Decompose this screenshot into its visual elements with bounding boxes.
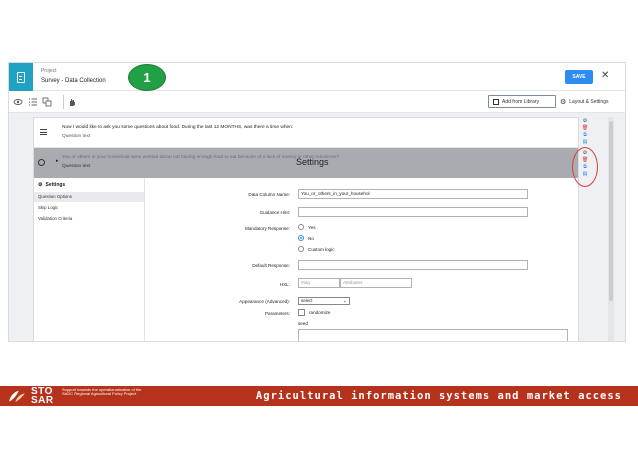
appearance-label: Appearance (Advanced): <box>239 299 290 304</box>
close-icon[interactable]: ✕ <box>601 70 609 82</box>
mandatory-yes-radio[interactable]: Yes <box>298 224 316 230</box>
gear-icon: ⚙ <box>560 98 567 106</box>
question-label[interactable]: Now I would like to ask you some questio… <box>62 125 293 130</box>
question-row[interactable]: Now I would like to ask you some questio… <box>34 118 578 148</box>
list-icon[interactable] <box>28 97 38 107</box>
form-canvas: Now I would like to ask you some questio… <box>33 117 579 341</box>
mandatory-custom-logic-radio[interactable]: Custom logic <box>298 246 335 252</box>
sidebar-item-question-options[interactable]: Question Options <box>34 192 144 202</box>
logo-text-bottom: SAR <box>31 395 54 406</box>
form-icon[interactable] <box>9 63 33 91</box>
footer-tagline: Agricultural information systems and mar… <box>255 390 622 402</box>
chevron-down-icon: ⌄ <box>342 298 347 304</box>
toolbar-divider <box>63 95 64 109</box>
save-button[interactable]: SAVE <box>565 70 593 84</box>
settings-gear-icon[interactable]: ⚙ <box>582 118 588 124</box>
app-window: Project Survey - Data Collection 1 SAVE … <box>8 62 626 342</box>
settings-title: Settings <box>296 157 329 167</box>
mandatory-response-label: Mandatory Response: <box>245 226 290 231</box>
highlight-oval <box>572 147 598 187</box>
hxl-tag-input[interactable]: #tag <box>298 278 340 288</box>
parameters-label: Parameters: <box>264 311 290 316</box>
project-label: Project <box>41 68 57 74</box>
question-type: Question text <box>62 164 91 169</box>
eye-icon[interactable] <box>13 97 23 107</box>
layout-settings-button[interactable]: ⚙ Layout & Settings <box>560 95 608 108</box>
guidance-hint-input[interactable] <box>298 207 528 217</box>
seed-label: seed <box>298 321 308 326</box>
footer-banner: STO SAR Support towards the operationali… <box>0 386 638 406</box>
mandatory-no-radio[interactable]: No <box>298 235 314 241</box>
stosar-logo: STO SAR <box>6 387 54 406</box>
default-response-input[interactable] <box>298 260 528 270</box>
project-name[interactable]: Survey - Data Collection <box>41 78 106 84</box>
sidebar-item-skip-logic[interactable]: Skip Logic <box>34 203 144 213</box>
hxl-label: HXL: <box>279 282 290 287</box>
step-number-badge: 1 <box>128 64 166 91</box>
layout-settings-label: Layout & Settings <box>569 98 609 105</box>
library-icon <box>493 98 499 105</box>
trash-icon[interactable]: 🗑 <box>582 125 588 131</box>
app-header: Project Survey - Data Collection 1 SAVE … <box>9 63 625 91</box>
question-type: Question text <box>62 134 91 139</box>
add-from-library-label: Add from Library <box>502 98 539 105</box>
copy-icon[interactable] <box>42 97 52 107</box>
hand-icon[interactable] <box>67 97 77 107</box>
sidebar-item-validation-criteria[interactable]: Validation Criteria <box>34 214 144 224</box>
seed-input[interactable] <box>298 329 568 341</box>
data-column-name-input[interactable]: You_or_others_in_your_househol <box>298 189 528 199</box>
appearance-select[interactable]: select ⌄ <box>298 297 350 305</box>
question-row-selected[interactable]: ▸ You or others in your household were w… <box>34 148 578 178</box>
select-one-icon <box>38 159 45 166</box>
slide: Project Survey - Data Collection 1 SAVE … <box>0 0 638 451</box>
guidance-hint-label: Guidance Hint: <box>259 210 290 215</box>
scrollbar-thumb[interactable] <box>609 121 613 301</box>
add-from-library-button[interactable]: Add from Library <box>488 95 556 108</box>
duplicate-icon[interactable]: ⧉ <box>582 132 588 138</box>
gear-icon: ⚙ <box>38 182 43 188</box>
toolbar: Add from Library ⚙ Layout & Settings <box>9 91 625 113</box>
data-column-name-label: Data Column Name: <box>248 192 290 197</box>
add-to-library-icon[interactable]: ▤ <box>582 139 588 145</box>
hxl-attributes-input[interactable]: Attributes <box>340 278 412 288</box>
randomize-checkbox[interactable]: randomize <box>298 309 330 316</box>
drag-handle-icon[interactable] <box>40 129 47 135</box>
settings-sidebar: ⚙ Settings Question Options Skip Logic V… <box>34 178 145 341</box>
default-response-label: Default Response: <box>252 263 290 268</box>
settings-heading: ⚙ Settings <box>38 182 66 188</box>
leaf-icon <box>9 390 25 403</box>
expand-caret-icon[interactable]: ▸ <box>56 158 59 164</box>
vertical-scrollbar[interactable] <box>608 117 614 341</box>
question-options-form: Data Column Name: You_or_others_in_your_… <box>146 178 578 341</box>
logo-subtitle: Support towards the operationalization o… <box>62 387 142 397</box>
